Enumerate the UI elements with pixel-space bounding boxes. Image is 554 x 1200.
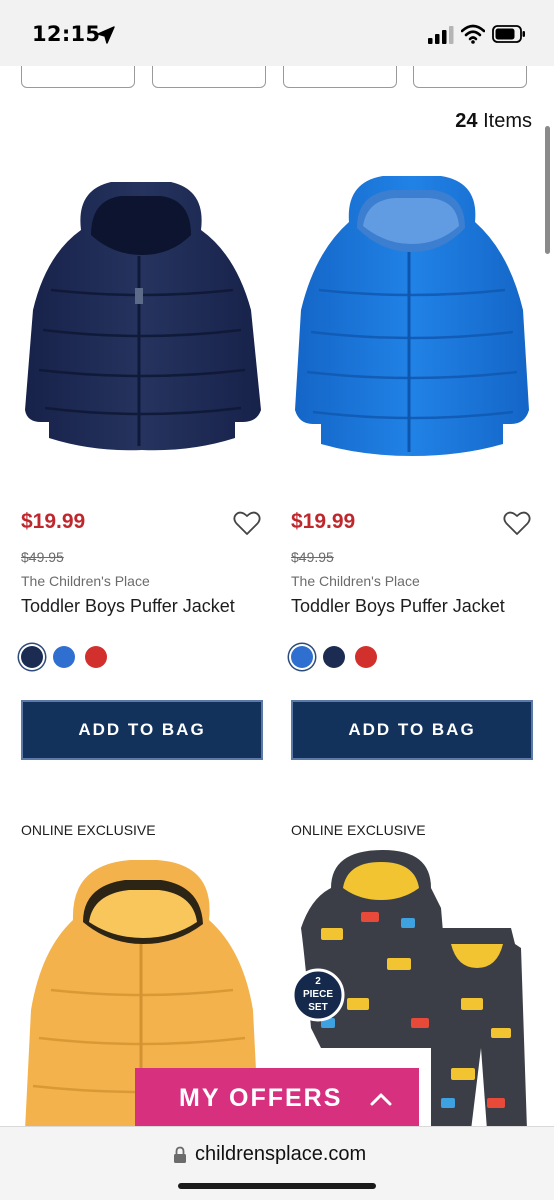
battery-icon [492, 25, 525, 43]
color-swatch-blue[interactable] [53, 646, 75, 668]
wishlist-heart-icon[interactable] [233, 510, 261, 536]
product-name[interactable]: Toddler Boys Puffer Jacket [21, 596, 235, 617]
items-count-label: Items [483, 110, 532, 132]
product-original-price: $49.95 [291, 549, 334, 565]
product-card-2[interactable]: $19.99 $49.95 The Children's Place Toddl… [291, 160, 533, 760]
product-brand: The Children's Place [21, 573, 150, 589]
wifi-icon [461, 24, 485, 44]
wishlist-heart-icon[interactable] [503, 510, 531, 536]
color-swatch-red[interactable] [355, 646, 377, 668]
product-image-navy-puffer-jacket[interactable] [21, 160, 263, 480]
color-swatches [21, 646, 107, 668]
product-card-1[interactable]: $19.99 $49.95 The Children's Place Toddl… [21, 160, 263, 760]
color-swatch-red[interactable] [85, 646, 107, 668]
address-domain[interactable]: childrensplace.com [195, 1143, 366, 1166]
location-arrow-icon [97, 26, 115, 44]
color-swatch-navy[interactable] [323, 646, 345, 668]
color-swatch-navy[interactable] [21, 646, 43, 668]
my-offers-button[interactable]: MY OFFERS [135, 1068, 419, 1130]
set-badge-line2: PIECE [303, 989, 333, 1000]
online-exclusive-badge: ONLINE EXCLUSIVE [291, 822, 426, 838]
status-bar-overlay: 12:15 [0, 0, 554, 66]
items-count: 24 Items [455, 110, 532, 133]
color-swatch-blue[interactable] [291, 646, 313, 668]
product-original-price: $49.95 [21, 549, 64, 565]
items-count-number: 24 [455, 110, 478, 132]
chevron-up-icon [370, 1093, 392, 1106]
add-to-bag-button[interactable]: ADD TO BAG [21, 700, 263, 760]
product-name[interactable]: Toddler Boys Puffer Jacket [291, 596, 505, 617]
my-offers-label: MY OFFERS [179, 1084, 343, 1112]
add-to-bag-button[interactable]: ADD TO BAG [291, 700, 533, 760]
product-brand: The Children's Place [291, 573, 420, 589]
set-badge-line1: 2 [315, 976, 321, 987]
browser-address-bar[interactable]: childrensplace.com [0, 1126, 554, 1200]
product-image-blue-puffer-jacket[interactable] [291, 160, 533, 480]
lock-icon [174, 1146, 186, 1163]
home-indicator [178, 1183, 376, 1189]
cellular-signal-icon [428, 26, 454, 44]
online-exclusive-badge: ONLINE EXCLUSIVE [21, 822, 156, 838]
color-swatches [291, 646, 377, 668]
status-time-label: 12:15 [32, 22, 101, 46]
product-price: $19.99 [291, 510, 356, 533]
scrollbar-thumb[interactable] [545, 126, 550, 254]
set-badge-line3: SET [308, 1002, 327, 1013]
product-price: $19.99 [21, 510, 86, 533]
